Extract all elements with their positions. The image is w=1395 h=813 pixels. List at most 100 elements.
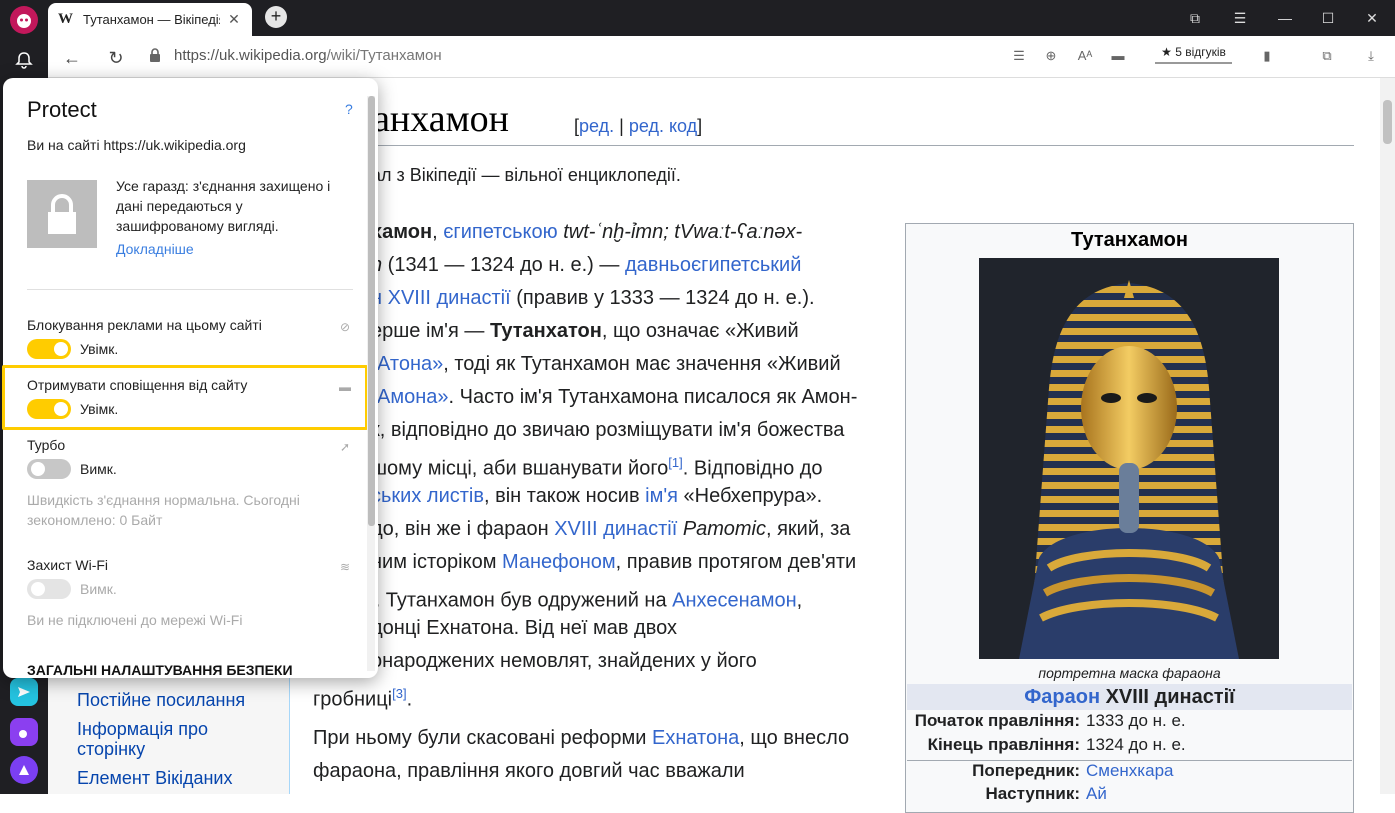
article-line: гробниці[3]. bbox=[313, 686, 413, 711]
article-line: донці Ехнатона. Від неї мав двох bbox=[371, 617, 678, 639]
profile-avatar[interactable] bbox=[10, 6, 38, 34]
reign-start-value: 1333 до н. е. bbox=[1086, 711, 1186, 730]
pharaoh-link[interactable]: Фараон bbox=[1024, 686, 1100, 708]
ad-blocking-label: Блокування реклами на цьому сайті bbox=[27, 317, 262, 333]
predecessor-link[interactable]: Сменхкара bbox=[1086, 761, 1173, 781]
edit-links: [ред. | ред. код] bbox=[574, 116, 703, 136]
notifications-label: Отримувати сповіщення від сайту bbox=[27, 377, 248, 393]
turbo-state: Вимк. bbox=[80, 461, 117, 477]
block-icon: ⊘ bbox=[339, 320, 351, 334]
wifi-label: Захист Wi-Fi bbox=[27, 557, 109, 573]
help-link[interactable]: ? bbox=[345, 101, 353, 117]
minimize-icon[interactable]: — bbox=[1275, 8, 1295, 28]
tab-collections-icon[interactable]: ⧉ bbox=[1185, 8, 1205, 28]
page-info-link[interactable]: Інформація про bbox=[77, 719, 208, 740]
article-line: ним історіком Манефоном, правив протягом… bbox=[371, 551, 857, 573]
messenger-app-icon[interactable] bbox=[10, 678, 38, 706]
rocket-icon: ➚ bbox=[339, 440, 351, 454]
notifications-highlight bbox=[2, 365, 368, 430]
zoom-icon[interactable]: ⊕ bbox=[1042, 48, 1060, 64]
page-info-link-cont[interactable]: сторінку bbox=[77, 739, 145, 760]
site-lock-icon[interactable] bbox=[148, 47, 162, 63]
article-line: ських листів, він також носив ім'я «Небх… bbox=[371, 485, 823, 507]
successor-label: Наступник: bbox=[985, 784, 1080, 803]
general-security-header: ЗАГАЛЬНІ НАЛАШТУВАННЯ БЕЗПЕКИ bbox=[27, 662, 293, 678]
maximize-icon[interactable]: ☐ bbox=[1318, 8, 1338, 28]
article-line: n (1341 — 1324 до н. е.) — давньоєгипетс… bbox=[371, 254, 802, 276]
close-window-icon[interactable]: ✕ bbox=[1362, 8, 1382, 28]
reader-mode-icon[interactable]: ☰ bbox=[1010, 48, 1028, 64]
article-line: ]. Тутанхамон був одружений на Анхесенам… bbox=[371, 584, 802, 612]
menu-icon[interactable]: ☰ bbox=[1230, 8, 1250, 28]
turbo-info-1: Швидкість з'єднання нормальна. Сьогодні bbox=[27, 492, 300, 508]
article-line: шому місці, аби вшанувати його[1]. Відпо… bbox=[371, 455, 823, 480]
article-line: При ньому були скасовані реформи Ехнатон… bbox=[313, 727, 850, 749]
status-line-1: Усе гаразд: з'єднання захищено і bbox=[116, 178, 331, 194]
new-tab-button[interactable]: + bbox=[265, 6, 287, 28]
tab-title: Тутанхамон — Вікіпедія bbox=[83, 12, 220, 27]
reign-end-label: Кінець правління: bbox=[927, 735, 1080, 754]
reload-icon[interactable]: ↻ bbox=[104, 46, 128, 70]
site-subtitle: ал з Вікіпедії — вільної енциклопедії. bbox=[371, 165, 681, 185]
notifications-bell-icon[interactable] bbox=[10, 46, 38, 74]
infobox-caption: портретна маска фараона bbox=[1038, 665, 1221, 681]
turbo-info-2: зекономлено: 0 Байт bbox=[27, 512, 163, 528]
article-line: к, відповідно до звичаю розміщувати ім'я… bbox=[371, 419, 845, 441]
wikipedia-favicon-icon: W bbox=[58, 11, 73, 27]
notifications-toggle[interactable] bbox=[27, 399, 71, 419]
notifications-state: Увімк. bbox=[80, 401, 119, 417]
page-scrollbar-thumb[interactable] bbox=[1383, 100, 1392, 144]
alice-assistant-icon[interactable] bbox=[10, 756, 38, 784]
popup-divider bbox=[27, 289, 353, 290]
notification-bubble-icon: ▬ bbox=[339, 380, 351, 394]
wifi-icon: ≋ bbox=[339, 560, 351, 574]
infobox-dynasty-header: Фараон XVIII династії bbox=[907, 684, 1352, 710]
close-tab-icon[interactable]: ✕ bbox=[226, 11, 242, 28]
tutankhamun-mask-image[interactable] bbox=[979, 258, 1279, 659]
status-line-2: дані передаються у bbox=[116, 198, 243, 214]
wifi-state: Вимк. bbox=[80, 581, 117, 597]
edit-link[interactable]: ред. bbox=[579, 116, 614, 136]
title-divider bbox=[313, 145, 1354, 146]
ref-1[interactable]: [1] bbox=[668, 455, 682, 470]
turbo-toggle[interactable] bbox=[27, 459, 71, 479]
article-line: онароджених немовлят, знайдених у його bbox=[371, 650, 757, 672]
ref-3[interactable]: [3] bbox=[392, 686, 406, 701]
comments-icon[interactable]: ▬ bbox=[1109, 48, 1127, 64]
reign-end-value: 1324 до н. е. bbox=[1086, 735, 1186, 754]
infobox-title: Тутанхамон bbox=[1071, 229, 1188, 251]
music-app-icon[interactable] bbox=[10, 718, 38, 746]
page-title: танхамон bbox=[356, 98, 510, 140]
article-line: до, він же і фараон XVIII династії Ратот… bbox=[371, 518, 851, 540]
reign-start-label: Початок правління: bbox=[914, 711, 1080, 730]
ad-blocking-toggle[interactable] bbox=[27, 339, 71, 359]
status-line-3: зашифрованому вигляді. bbox=[116, 218, 279, 234]
article-line: Амона». Часто ім'я Тутанхамона писалося … bbox=[377, 386, 858, 408]
successor-link[interactable]: Ай bbox=[1086, 784, 1107, 804]
article-line: ерше ім'я — Тутанхатон, що означає «Живи… bbox=[371, 320, 799, 342]
reviews-button[interactable]: ★ 5 відгуків bbox=[1155, 42, 1232, 64]
wifi-toggle bbox=[27, 579, 71, 599]
popup-scrollbar-thumb[interactable] bbox=[368, 96, 375, 526]
wiki-sidebar-border bbox=[289, 678, 290, 794]
translate-icon[interactable]: Aᴬ bbox=[1076, 48, 1094, 64]
url-field[interactable]: https://uk.wikipedia.org/wiki/Тутанхамон bbox=[174, 47, 442, 64]
wikidata-item-link[interactable]: Елемент Вікіданих bbox=[77, 768, 232, 789]
back-arrow-icon[interactable]: ← bbox=[60, 46, 84, 70]
collections-icon[interactable]: ⧉ bbox=[1318, 48, 1336, 64]
wifi-info: Ви не підключені до мережі Wi-Fi bbox=[27, 612, 243, 628]
article-line: Атона», тоді як Тутанхамон має значення … bbox=[377, 353, 841, 375]
protect-title: Protect bbox=[27, 97, 97, 122]
active-tab[interactable]: W Тутанхамон — Вікіпедія ✕ bbox=[48, 3, 252, 36]
predecessor-label: Попередник: bbox=[972, 761, 1080, 780]
lock-icon bbox=[27, 180, 97, 248]
edit-code-link[interactable]: ред. код bbox=[629, 116, 697, 136]
page-scrollbar[interactable] bbox=[1380, 78, 1395, 794]
downloads-icon[interactable]: ⤓ bbox=[1362, 48, 1380, 64]
more-link[interactable]: Докладніше bbox=[116, 241, 194, 257]
article-line: н XVIII династії (правив у 1333 — 1324 д… bbox=[371, 287, 815, 309]
permanent-link[interactable]: Постійне посилання bbox=[77, 690, 245, 711]
turbo-label: Турбо bbox=[27, 437, 66, 453]
site-info: Ви на сайті https://uk.wikipedia.org bbox=[27, 137, 246, 153]
bookmark-icon[interactable]: ▮ bbox=[1258, 48, 1276, 64]
